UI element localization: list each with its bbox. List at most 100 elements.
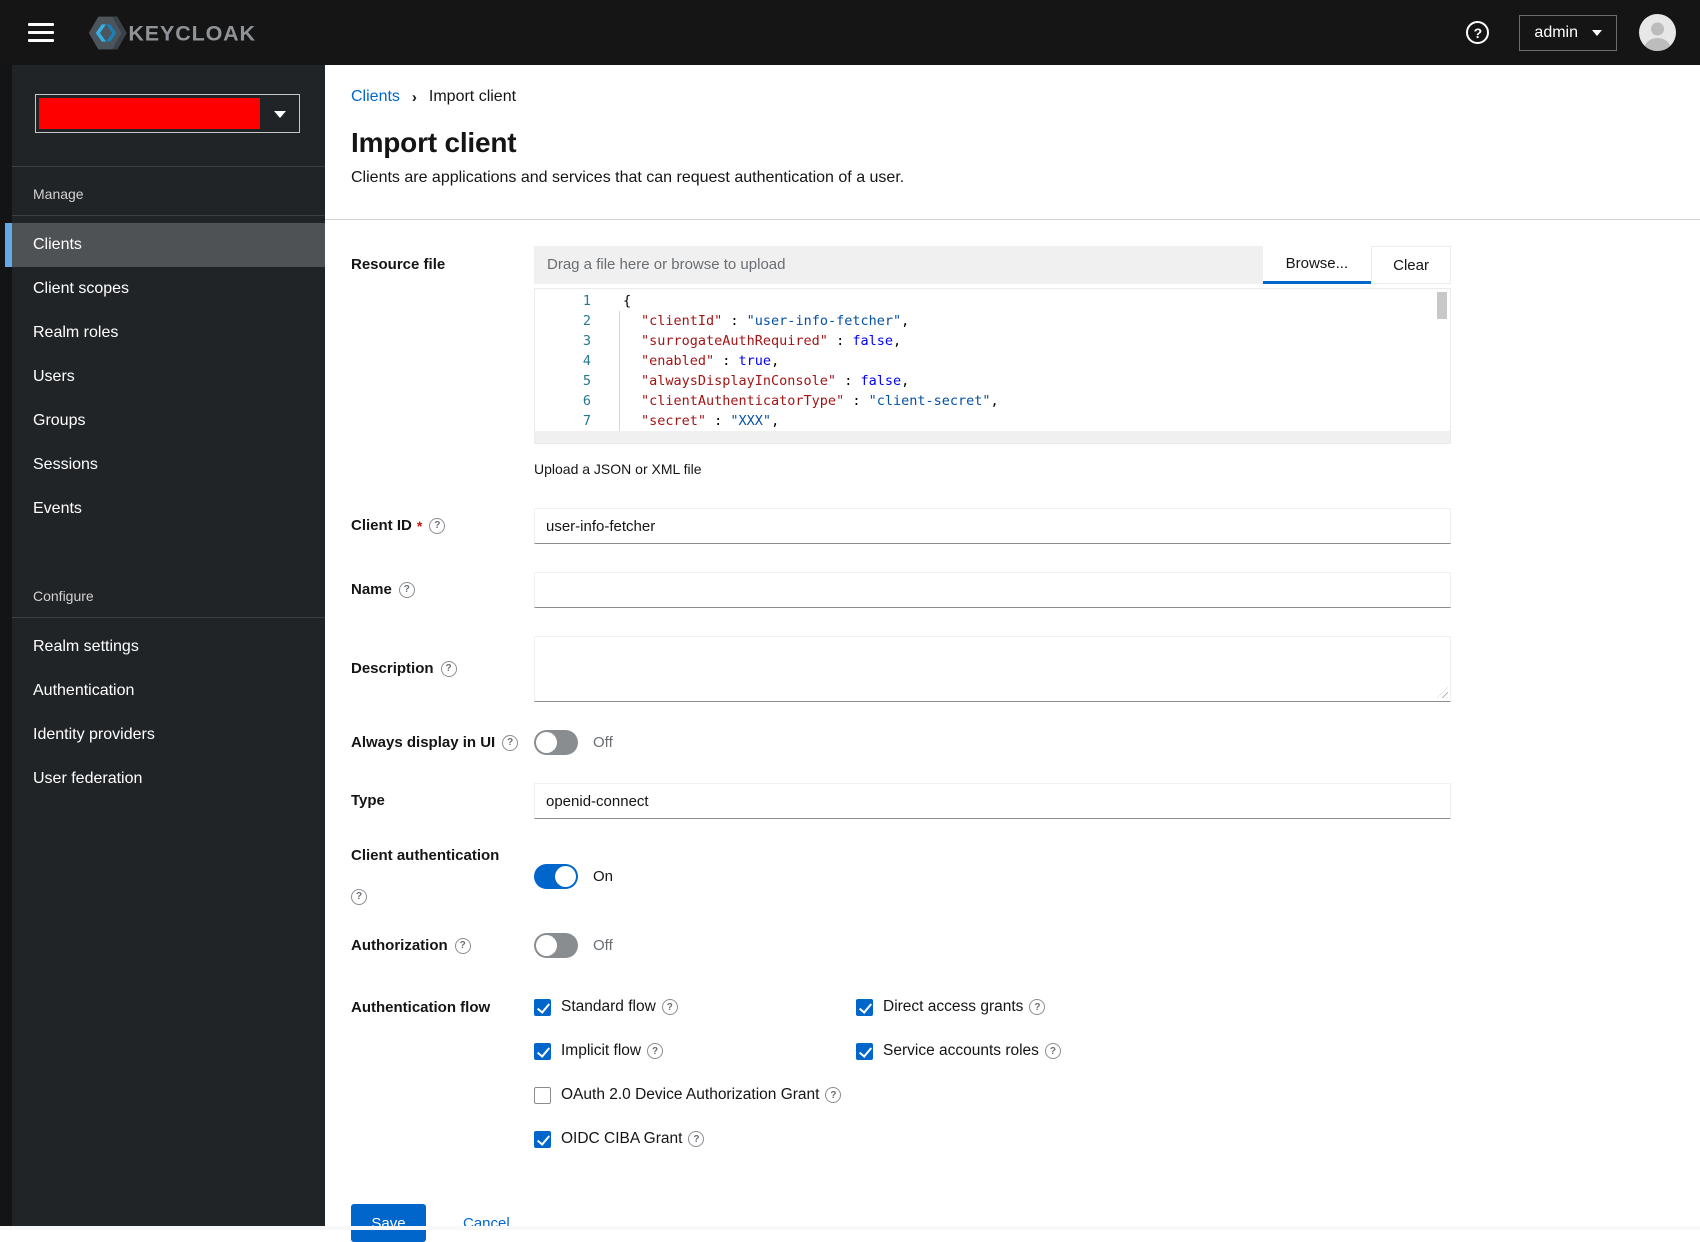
authorization-switch-row: Off [534,933,1451,958]
file-upload-bar: Drag a file here or browse to upload Bro… [534,246,1451,284]
browse-button[interactable]: Browse... [1262,246,1372,284]
checkbox[interactable] [534,1130,551,1148]
import-client-form: Resource file Drag a file here or browse… [325,220,1451,1242]
sidebar-item-events[interactable]: Events [12,487,325,531]
type-label: Type [351,792,385,809]
main-content: Clients › Import client Import client Cl… [325,65,1700,1242]
breadcrumb: Clients › Import client [351,88,1674,106]
help-icon[interactable] [825,1087,842,1103]
keycloak-logo-icon: KEYCLOAK [88,16,256,49]
code-line: { [623,293,632,309]
sidebar-item-authentication[interactable]: Authentication [12,669,325,713]
line-number: 6 [582,393,591,409]
sidebar-item-identity-providers[interactable]: Identity providers [12,713,325,757]
always-display-label: Always display in UI [351,734,534,752]
sidebar-item-groups[interactable]: Groups [12,399,325,443]
checkbox[interactable] [856,1042,873,1060]
brand-text: KEYCLOAK [128,21,256,45]
hamburger-menu-icon[interactable] [28,23,54,42]
client-authentication-label: Client authentication [351,847,534,905]
client-authentication-toggle[interactable] [534,863,578,889]
nav-group-title: Manage [0,167,325,216]
user-menu-dropdown[interactable]: admin [1519,14,1617,51]
resource-file-row: Resource file Drag a file here or browse… [351,246,1451,477]
authflow-option-oauth-2-0-device-authorization-grant: OAuth 2.0 Device Authorization Grant [534,1086,856,1104]
line-number: 5 [582,373,591,389]
user-menu-label: admin [1534,23,1578,41]
save-button[interactable]: Save [351,1204,426,1242]
page-subtitle: Clients are applications and services th… [351,169,905,186]
sidebar-item-realm-settings[interactable]: Realm settings [12,625,325,669]
help-icon[interactable] [398,582,415,598]
help-icon[interactable] [454,937,471,954]
help-icon[interactable] [351,889,367,905]
client-id-input[interactable] [534,508,1451,544]
authorization-label: Authorization [351,937,534,955]
required-asterisk: * [416,518,423,534]
sidebar-item-user-federation[interactable]: User federation [12,757,325,801]
help-icon[interactable] [688,1131,705,1147]
name-input[interactable] [534,572,1451,608]
help-icon[interactable] [1029,999,1046,1015]
code-line: "clientAuthenticatorType" : "client-secr… [641,393,999,409]
checkbox-label: OAuth 2.0 Device Authorization Grant [561,1086,820,1103]
app-header: KEYCLOAK ? admin [0,0,1700,65]
checkbox[interactable] [856,998,873,1016]
sidebar-item-realm-roles[interactable]: Realm roles [12,311,325,355]
authentication-flow-row: Authentication flow Standard flow Direct … [351,998,1451,1148]
json-code-editor[interactable]: 1 2 3 4 5 6 7 {"clientId" : "user-info-fetcher… [534,288,1451,444]
checkbox[interactable] [534,1086,551,1104]
nav-group: Manage Clients Client scopes Realm roles Use… [0,167,325,531]
line-number: 7 [582,413,591,429]
description-textarea[interactable] [534,636,1451,702]
line-number: 4 [582,353,591,369]
description-label: Description [351,660,534,678]
help-icon[interactable] [661,999,678,1015]
code-line: "clientId" : "user-info-fetcher", [641,313,910,329]
file-upload-drop-zone[interactable]: Drag a file here or browse to upload [534,246,1263,284]
sidebar-item-client-scopes[interactable]: Client scopes [12,267,325,311]
type-input[interactable] [534,783,1451,819]
help-icon[interactable] [1044,1043,1061,1059]
always-display-toggle[interactable] [534,730,578,755]
clear-button[interactable]: Clear [1371,246,1451,284]
help-icon[interactable]: ? [1466,21,1490,44]
checkbox-label: OIDC CIBA Grant [561,1130,683,1147]
authflow-option-standard-flow: Standard flow [534,998,856,1016]
sidebar-item-users[interactable]: Users [12,355,325,399]
checkbox-label: Implicit flow [561,1042,642,1059]
gutter: 1 2 3 4 5 6 7 [535,291,609,431]
client-id-label: Client ID * [351,517,534,535]
code-line: "secret" : "XXX", [641,413,780,429]
always-display-switch-row: Off [534,730,1451,755]
line-number: 3 [582,333,591,349]
help-icon[interactable] [429,518,446,534]
breadcrumb-clients-link[interactable]: Clients [351,88,400,106]
toggle-state-label: Off [593,734,613,751]
checkbox-label: Standard flow [561,998,656,1015]
code-line: "enabled" : true, [641,353,780,369]
realm-selector[interactable] [35,94,300,133]
page-header: Clients › Import client Import client Cl… [325,65,1700,220]
code-lines: {"clientId" : "user-info-fetcher", "surro… [609,291,1450,431]
name-row: Name [351,572,1451,608]
sidebar-item-clients[interactable]: Clients [5,223,325,267]
checkbox[interactable] [534,998,551,1016]
chevron-right-icon: › [411,88,417,106]
checkbox[interactable] [534,1042,551,1060]
authflow-option-direct-access-grants: Direct access grants [856,998,1451,1016]
sidebar-item-sessions[interactable]: Sessions [12,443,325,487]
type-row: Type [351,783,1451,819]
sidebar-nav: Manage Clients Client scopes Realm roles Use… [0,167,325,801]
editor-vertical-scrollbar[interactable] [1437,292,1447,319]
help-icon[interactable] [440,661,457,677]
editor-horizontal-scrollbar[interactable] [535,431,1450,443]
avatar[interactable] [1639,14,1676,51]
client-authentication-row: Client authentication On [351,847,1451,905]
authorization-toggle[interactable] [534,933,578,958]
realm-name-redacted [39,98,260,129]
authentication-flow-options: Standard flow Direct access grants Implici… [534,998,1451,1148]
help-icon[interactable] [647,1043,664,1059]
resource-file-control: Drag a file here or browse to upload Bro… [534,246,1451,477]
help-icon[interactable] [502,734,519,751]
